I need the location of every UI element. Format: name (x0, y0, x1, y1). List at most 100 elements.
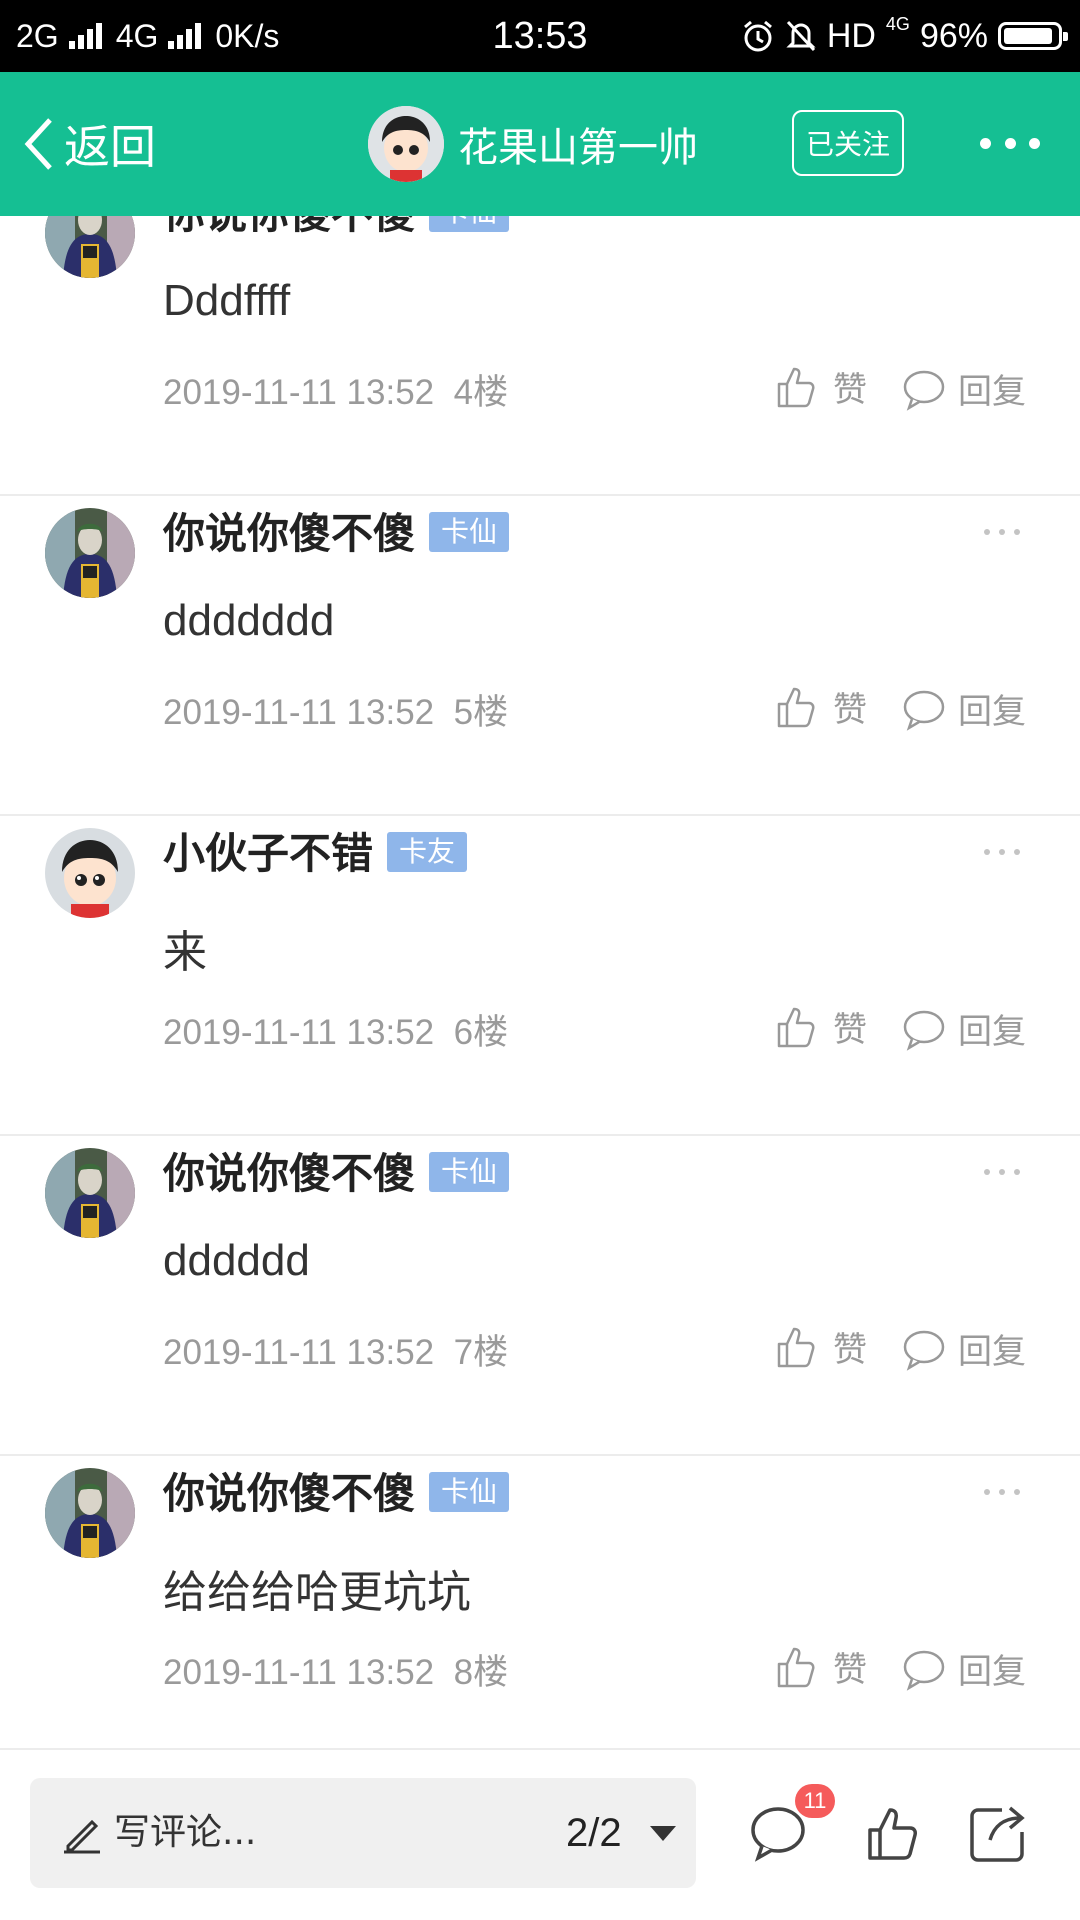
comment-item[interactable]: 你说你傻不傻 卡仙 dddddd 2019-11-11 13:52 7楼 赞 回… (0, 1134, 1080, 1456)
net-4g-label: 4G (885, 14, 910, 34)
comment-text: 给给给哈更坑坑 (163, 1568, 471, 1617)
battery-percent: 96% (919, 16, 988, 55)
like-button[interactable]: 赞 (775, 682, 867, 731)
comment-text: dddddd (163, 1236, 310, 1285)
back-arrow-icon (24, 118, 52, 170)
reply-button[interactable]: 回复 (902, 1324, 1026, 1373)
comment-options-icon[interactable] (984, 849, 1020, 859)
reply-icon (903, 1330, 945, 1371)
comment-meta: 2019-11-11 13:52 7楼 (163, 1324, 508, 1375)
like-button[interactable]: 赞 (775, 1642, 867, 1691)
like-label: 赞 (833, 1650, 867, 1690)
comment-options-icon[interactable] (984, 529, 1020, 539)
reply-button[interactable]: 回复 (902, 684, 1026, 733)
bottom-bar: 写评论... 2/2 11 (0, 1748, 1080, 1920)
like-button[interactable]: 赞 (775, 1002, 867, 1051)
comment-placeholder: 写评论... (114, 1812, 257, 1853)
commenter-name[interactable]: 你说你傻不傻 (163, 1140, 415, 1201)
top-nav-bar: 返回 花果山第一帅 已关注 (0, 72, 1080, 216)
comment-count-badge: 11 (795, 1784, 835, 1818)
comment-item[interactable]: 你说你傻不傻 卡仙 给给给哈更坑坑 2019-11-11 13:52 8楼 赞 … (0, 1454, 1080, 1746)
alarm-icon (743, 20, 772, 52)
avatar[interactable] (368, 106, 444, 182)
like-icon (777, 1007, 815, 1047)
comment-input[interactable]: 写评论... 2/2 (30, 1778, 696, 1888)
mute-icon (786, 20, 816, 52)
comment-floor: 4楼 (453, 373, 509, 412)
user-level-badge: 卡仙 (429, 512, 510, 552)
reply-label: 回复 (958, 692, 1026, 732)
avatar[interactable] (45, 828, 135, 918)
like-icon (777, 1647, 815, 1687)
like-label: 赞 (833, 1010, 867, 1050)
reply-icon (903, 1650, 945, 1691)
page-indicator[interactable]: 2/2 (566, 1778, 622, 1888)
comment-meta: 2019-11-11 13:52 8楼 (163, 1644, 508, 1695)
reply-label: 回复 (958, 1652, 1026, 1692)
comment-item[interactable]: 小伙子不错 卡友 来 2019-11-11 13:52 6楼 赞 回复 (0, 814, 1080, 1136)
status-bar: 2G 4G 0K/s 13:53 HD 4G 96% (0, 0, 1080, 72)
comment-meta: 2019-11-11 13:52 6楼 (163, 1004, 508, 1055)
commenter-name[interactable]: 你说你傻不傻 (163, 500, 415, 561)
author-name: 花果山第一帅 (458, 125, 698, 171)
comment-options-icon[interactable] (984, 216, 1020, 219)
user-level-badge: 卡仙 (429, 216, 510, 232)
like-label: 赞 (833, 370, 867, 410)
commenter-name[interactable]: 你说你傻不傻 (163, 216, 415, 241)
reply-label: 回复 (958, 1012, 1026, 1052)
battery-icon (998, 22, 1068, 50)
back-button[interactable]: 返回 (18, 72, 156, 216)
pen-icon (64, 1819, 100, 1854)
reply-label: 回复 (958, 1332, 1026, 1372)
comment-meta: 2019-11-11 13:52 4楼 (163, 364, 508, 415)
avatar[interactable] (45, 216, 135, 278)
reply-button[interactable]: 回复 (902, 1644, 1026, 1693)
user-level-badge: 卡仙 (429, 1472, 510, 1512)
like-button[interactable]: 赞 (775, 362, 867, 411)
like-label: 赞 (833, 690, 867, 730)
avatar[interactable] (45, 1148, 135, 1238)
comment-item[interactable]: 你说你傻不傻 卡仙 ddddddd 2019-11-11 13:52 5楼 赞 … (0, 494, 1080, 816)
more-icon[interactable] (980, 128, 1040, 158)
comment-options-icon[interactable] (984, 1169, 1020, 1179)
comment-text: ddddddd (163, 596, 335, 645)
comment-floor: 6楼 (453, 1013, 509, 1052)
share-icon[interactable] (966, 1802, 1028, 1864)
back-label: 返回 (64, 120, 156, 174)
reply-icon (903, 690, 945, 731)
thumbs-up-icon[interactable] (862, 1802, 924, 1864)
reply-button[interactable]: 回复 (902, 364, 1026, 413)
reply-button[interactable]: 回复 (902, 1004, 1026, 1053)
commenter-name[interactable]: 小伙子不错 (163, 820, 373, 881)
follow-button[interactable]: 已关注 (792, 110, 904, 176)
comment-time: 2019-11-11 13:52 (163, 1333, 435, 1372)
comment-item[interactable]: 你说你傻不傻 卡仙 Dddffff 2019-11-11 13:52 4楼 赞 … (0, 216, 1080, 496)
comment-time: 2019-11-11 13:52 (163, 1013, 435, 1052)
comment-floor: 7楼 (453, 1333, 509, 1372)
comment-meta: 2019-11-11 13:52 5楼 (163, 684, 508, 735)
like-icon (777, 367, 815, 407)
comment-floor: 8楼 (453, 1653, 509, 1692)
comment-time: 2019-11-11 13:52 (163, 693, 435, 732)
user-level-badge: 卡友 (387, 832, 468, 872)
comment-floor: 5楼 (453, 693, 509, 732)
comment-list[interactable]: 你说你傻不傻 卡仙 Dddffff 2019-11-11 13:52 4楼 赞 … (0, 216, 1080, 1746)
author-info[interactable]: 花果山第一帅 (368, 72, 698, 216)
commenter-name[interactable]: 你说你傻不傻 (163, 1460, 415, 1521)
like-button[interactable]: 赞 (775, 1322, 867, 1371)
comment-time: 2019-11-11 13:52 (163, 373, 435, 412)
reply-icon (903, 1010, 945, 1051)
hd-label: HD (826, 16, 876, 55)
avatar[interactable] (45, 508, 135, 598)
reply-label: 回复 (958, 372, 1026, 412)
user-level-badge: 卡仙 (429, 1152, 510, 1192)
comment-time: 2019-11-11 13:52 (163, 1653, 435, 1692)
dropdown-icon[interactable] (650, 1826, 676, 1841)
like-icon (777, 1327, 815, 1367)
like-label: 赞 (833, 1330, 867, 1370)
comment-text: 来 (163, 928, 207, 977)
like-icon (777, 687, 815, 727)
comment-options-icon[interactable] (984, 1489, 1020, 1499)
avatar[interactable] (45, 1468, 135, 1558)
system-status: HD 4G 96% (741, 0, 1068, 72)
